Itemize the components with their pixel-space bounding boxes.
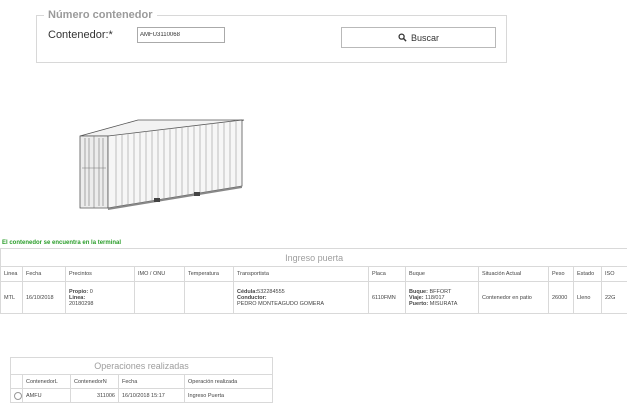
cell-imo [134, 281, 185, 314]
column-header: Situación Actual [478, 266, 549, 282]
cell-buque: Buque: BFFORT Viaje: 118/017 Puerto: MIS… [405, 281, 479, 314]
column-header [10, 374, 23, 389]
column-header: Fecha [22, 266, 66, 282]
cell-fecha: 16/10/2018 15:17 [118, 388, 185, 403]
operaciones-table: Operaciones realizadas ContenedorL Conte… [10, 357, 273, 403]
table-row: MTL 16/10/2018 Propio: 0 Linea: 20180298… [0, 281, 627, 314]
column-header: Fecha [118, 374, 185, 389]
cell-temperatura [184, 281, 234, 314]
column-header: Operación realizada [184, 374, 273, 389]
column-header: ContenedorN [70, 374, 119, 389]
column-header: Precintos [65, 266, 135, 282]
column-header: ISO [600, 266, 627, 282]
cell-iso: 22G [600, 281, 627, 314]
cell-precintos: Propio: 0 Linea: 20180298 [65, 281, 135, 314]
cell-operacion: Ingreso Puerta [184, 388, 273, 403]
cell-contl: AMFU [22, 388, 71, 403]
search-icon [398, 33, 407, 42]
column-header: Peso [548, 266, 574, 282]
cell-transportista: Cédula:532284555 Conductor: PEDRO MONTEA… [233, 281, 369, 314]
column-header: Estado [573, 266, 602, 282]
radio-icon[interactable] [14, 391, 22, 400]
cell-estado: Lleno [573, 281, 602, 314]
row-select-radio[interactable] [10, 388, 23, 403]
cell-peso: 26000 [548, 281, 574, 314]
column-header: Linea [0, 266, 23, 282]
ingreso-title: Ingreso puerta [0, 248, 627, 267]
column-header: Buque [405, 266, 479, 282]
column-header: Temperatura [184, 266, 234, 282]
column-header: Transportista [233, 266, 369, 282]
container-label: Contenedor:* [48, 29, 113, 41]
propio-value: 0 [89, 288, 93, 295]
operaciones-title: Operaciones realizadas [10, 357, 273, 375]
puerto-value: MISURATA [429, 300, 458, 307]
container-input[interactable] [137, 27, 225, 43]
search-button[interactable]: Buscar [341, 27, 496, 48]
table-row[interactable]: AMFU 311006 16/10/2018 15:17 Ingreso Pue… [10, 388, 273, 403]
conductor-value: PEDRO MONTEAGUDO GOMERA [237, 300, 325, 307]
ingreso-table: Ingreso puerta Linea Fecha Precintos IMO… [0, 248, 627, 314]
status-message: El contenedor se encuentra en la termina… [2, 240, 122, 246]
puerto-label: Puerto: [409, 300, 429, 307]
search-legend: Número contenedor [44, 9, 157, 21]
container-image [79, 119, 245, 210]
search-button-label: Buscar [410, 32, 439, 43]
cell-fecha: 16/10/2018 [22, 281, 66, 314]
column-header: IMO / ONU [134, 266, 185, 282]
linea-value: 20180298 [69, 300, 94, 307]
column-header: ContenedorL [22, 374, 71, 389]
cell-linea: MTL [0, 281, 23, 314]
cell-placa: 6110FMN [368, 281, 406, 314]
cell-contn: 311006 [70, 388, 119, 403]
column-header: Placa [368, 266, 406, 282]
cell-situacion: Contenedor en patio [478, 281, 549, 314]
